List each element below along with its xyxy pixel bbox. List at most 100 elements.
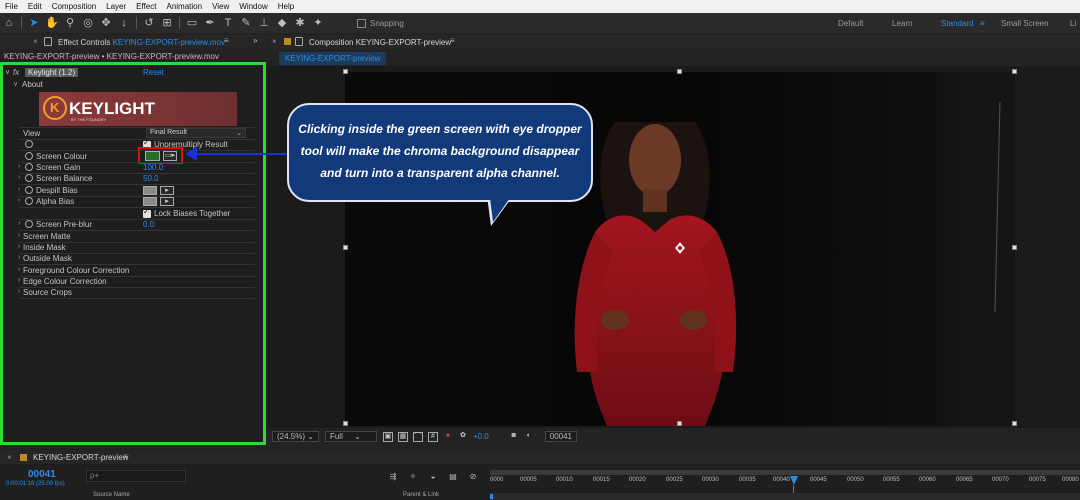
transform-handle[interactable]: [677, 69, 682, 74]
group-source-crops[interactable]: › Source Crops: [3, 287, 261, 298]
group-outside-mask[interactable]: › Outside Mask: [3, 253, 261, 264]
pan-tool-icon[interactable]: ✥: [99, 16, 113, 30]
transparency-grid-icon[interactable]: ▦: [397, 431, 408, 442]
snapping-checkbox[interactable]: [357, 18, 366, 28]
fx-icon[interactable]: fx: [13, 68, 19, 77]
tab-composition[interactable]: Composition KEYING-EXPORT-preview: [309, 38, 451, 47]
stopwatch-icon[interactable]: [25, 186, 33, 194]
group-foreground-colour-correction[interactable]: › Foreground Colour Correction: [3, 265, 261, 276]
close-icon[interactable]: ×: [33, 37, 38, 46]
grid-icon[interactable]: #: [427, 431, 438, 442]
brush-tool-icon[interactable]: ✎: [239, 16, 253, 30]
chevron-right-icon[interactable]: ›: [18, 163, 20, 170]
color-channels-icon[interactable]: ●: [443, 432, 453, 442]
hand-tool-icon[interactable]: ✋: [45, 16, 59, 30]
draft-3d-icon[interactable]: ✧: [408, 472, 418, 482]
stopwatch-icon[interactable]: [25, 163, 33, 171]
puppet-pin-icon[interactable]: ✦: [311, 16, 325, 30]
menu-animation[interactable]: Animation: [161, 2, 207, 11]
transform-handle[interactable]: [1012, 421, 1017, 426]
roto-brush-icon[interactable]: ✱: [293, 16, 307, 30]
despill-swatch[interactable]: [143, 186, 157, 195]
workspace-default[interactable]: Default: [838, 19, 863, 28]
timeline-navigator[interactable]: [490, 493, 1080, 500]
dolly-tool-icon[interactable]: ↓: [117, 16, 131, 30]
stopwatch-icon[interactable]: [25, 220, 33, 228]
workspace-menu-icon[interactable]: ≡: [980, 19, 985, 28]
menu-view[interactable]: View: [207, 2, 234, 11]
chevron-right-icon[interactable]: ›: [18, 220, 20, 227]
column-parent-link[interactable]: Parent & Link: [403, 492, 439, 498]
eyedropper-icon[interactable]: ▸: [160, 186, 174, 195]
zoom-tool-icon[interactable]: ⚲: [63, 16, 77, 30]
chevron-right-icon[interactable]: ›: [18, 197, 20, 204]
playhead-marker[interactable]: [790, 476, 798, 485]
chevron-down-icon[interactable]: ∨: [5, 68, 10, 76]
workspace-standard[interactable]: Standard: [941, 19, 973, 28]
pen-tool-icon[interactable]: ✒: [203, 16, 217, 30]
graph-editor-icon[interactable]: ⊘: [468, 472, 478, 482]
region-of-interest-icon[interactable]: ▣: [382, 431, 393, 442]
tab-timeline[interactable]: KEYING-EXPORT-preview: [33, 453, 128, 462]
menu-help[interactable]: Help: [273, 2, 299, 11]
type-tool-icon[interactable]: T: [221, 16, 235, 30]
param-value[interactable]: 0.0: [143, 220, 154, 229]
timeline-timecode[interactable]: 00041: [28, 469, 56, 480]
exposure-reset-icon[interactable]: ✿: [458, 432, 468, 442]
exposure-value[interactable]: +0.0: [473, 432, 489, 441]
eraser-tool-icon[interactable]: ◆: [275, 16, 289, 30]
shy-icon[interactable]: ◒: [428, 472, 438, 482]
menu-effect[interactable]: Effect: [131, 2, 161, 11]
workspace-overflow[interactable]: Li: [1070, 19, 1076, 28]
stopwatch-icon[interactable]: [25, 152, 33, 160]
rectangle-tool-icon[interactable]: ▭: [185, 16, 199, 30]
param-value[interactable]: 100.0: [143, 163, 163, 172]
chevron-down-icon[interactable]: ∨: [13, 80, 18, 88]
lock-biases-checkbox[interactable]: [143, 207, 151, 218]
menu-composition[interactable]: Composition: [47, 2, 101, 11]
menu-layer[interactable]: Layer: [101, 2, 131, 11]
view-dropdown[interactable]: Final Result ⌄: [146, 128, 246, 138]
chevron-right-icon[interactable]: ›: [18, 277, 20, 284]
effect-name[interactable]: Keylight (1.2): [25, 68, 79, 77]
chevron-right-icon[interactable]: ›: [18, 288, 20, 295]
clone-stamp-icon[interactable]: ⊥: [257, 16, 271, 30]
lock-icon[interactable]: [295, 37, 303, 46]
panel-overflow-icon[interactable]: »: [253, 36, 257, 45]
stopwatch-icon[interactable]: [25, 174, 33, 182]
reset-link[interactable]: Reset: [143, 68, 164, 77]
eyedropper-icon[interactable]: ▭⁠▸: [163, 151, 177, 161]
close-icon[interactable]: ×: [272, 37, 277, 46]
anchor-tool-icon[interactable]: ⊞: [160, 16, 174, 30]
close-icon[interactable]: ×: [7, 453, 12, 462]
transform-handle[interactable]: [1012, 69, 1017, 74]
work-area-bar[interactable]: [490, 470, 1080, 475]
frame-blending-icon[interactable]: ▤: [448, 472, 458, 482]
transform-handle[interactable]: [343, 245, 348, 250]
stopwatch-icon[interactable]: [25, 140, 33, 148]
chevron-right-icon[interactable]: ›: [18, 232, 20, 239]
chevron-right-icon[interactable]: ›: [18, 266, 20, 273]
workspace-small-screen[interactable]: Small Screen: [1001, 19, 1049, 28]
screen-colour-swatch[interactable]: [145, 151, 160, 161]
menu-window[interactable]: Window: [234, 2, 272, 11]
timeline-search-input[interactable]: ρ+: [86, 470, 186, 482]
tab-effect-controls[interactable]: Effect Controls KEYING-EXPORT-preview.mo…: [58, 38, 225, 47]
panel-menu-icon[interactable]: ≡: [123, 452, 128, 461]
composition-subtab[interactable]: KEYING-EXPORT-preview: [279, 52, 387, 65]
transform-handle[interactable]: [1012, 245, 1017, 250]
stopwatch-icon[interactable]: [25, 197, 33, 205]
workspace-learn[interactable]: Learn: [892, 19, 912, 28]
about-row[interactable]: ∨ About: [3, 79, 261, 90]
transform-handle[interactable]: [677, 421, 682, 426]
transform-handle[interactable]: [343, 421, 348, 426]
panel-menu-icon[interactable]: ≡: [450, 36, 455, 45]
resolution-dropdown[interactable]: Full ⌄: [324, 431, 377, 442]
column-source-name[interactable]: Source Name: [93, 492, 130, 498]
menu-edit[interactable]: Edit: [23, 2, 47, 11]
eyedropper-icon[interactable]: ▸: [160, 197, 174, 206]
home-icon[interactable]: ⌂: [2, 16, 16, 30]
chevron-right-icon[interactable]: ›: [18, 243, 20, 250]
snapping-toggle[interactable]: Snapping: [357, 18, 404, 28]
group-edge-colour-correction[interactable]: › Edge Colour Correction: [3, 276, 261, 287]
